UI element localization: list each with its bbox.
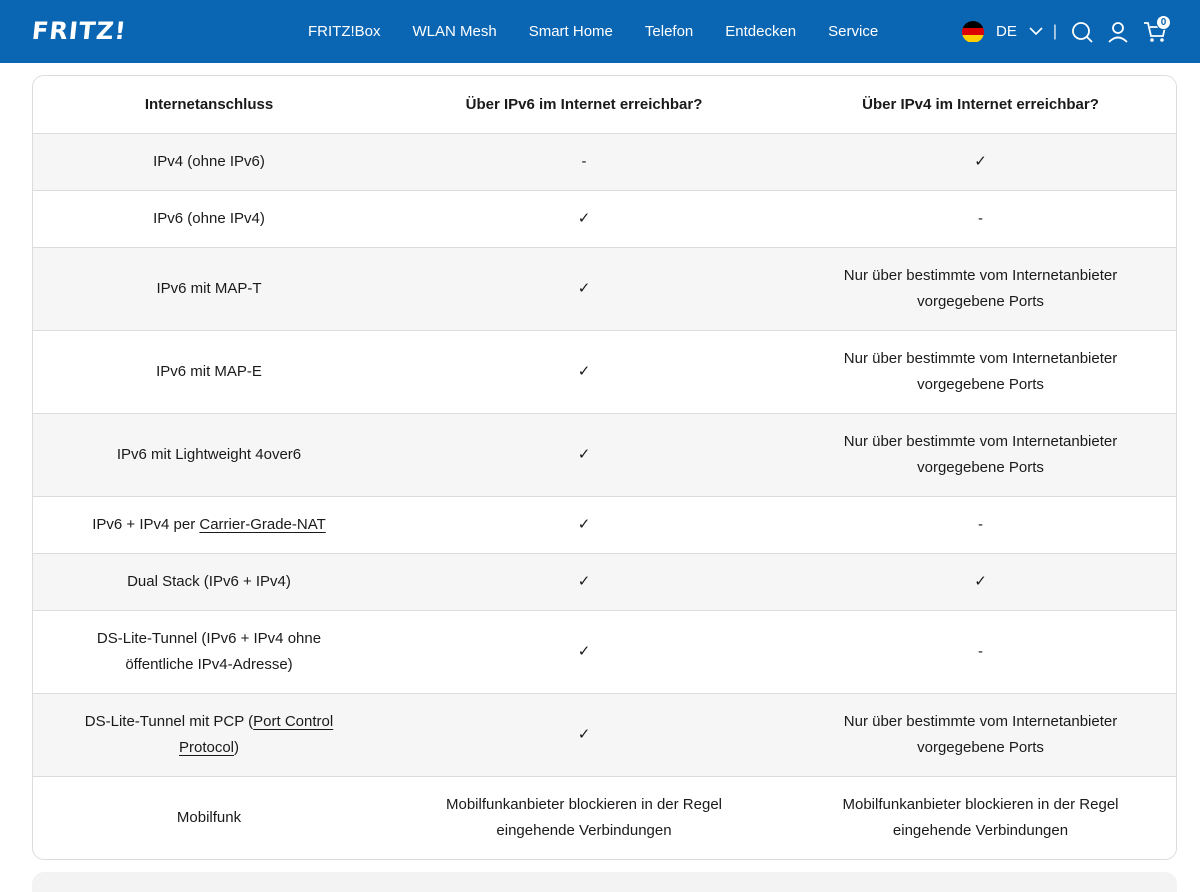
table-row: IPv6 mit MAP-E ✓ Nur über bestimmte vom …: [33, 330, 1176, 414]
table-row: IPv6 (ohne IPv4) ✓ -: [33, 190, 1176, 248]
header-tools: DE | 0: [962, 0, 1181, 63]
table-row: DS-Lite-Tunnel mit PCP (Port Control Pro…: [33, 693, 1176, 777]
table-row: DS-Lite-Tunnel (IPv6 + IPv4 ohne öffentl…: [33, 610, 1176, 694]
table-row: IPv6 + IPv4 per Carrier-Grade-NAT ✓ -: [33, 496, 1176, 554]
cell-connection-text: DS-Lite-Tunnel mit PCP (: [84, 712, 254, 730]
table-row: IPv4 (ohne IPv6) - ✓: [33, 133, 1176, 191]
cell-ipv6: ✓: [385, 496, 783, 554]
cart-count-badge: 0: [1156, 14, 1171, 30]
connection-comparison-table: Internetanschluss Über IPv6 im Internet …: [33, 76, 1176, 859]
cart-icon[interactable]: 0: [1143, 14, 1171, 43]
cell-ipv6: ✓: [385, 610, 783, 694]
cell-ipv6: ✓: [385, 553, 783, 611]
nav-item-entdecken[interactable]: Entdecken: [725, 23, 796, 40]
divider: |: [1052, 22, 1057, 40]
cell-ipv6: ✓: [385, 247, 783, 331]
cell-connection: IPv6 (ohne IPv4): [33, 190, 385, 248]
cell-connection-text-suffix: ): [234, 738, 240, 756]
cell-ipv6: ✓: [385, 330, 783, 414]
cell-ipv6: ✓: [385, 693, 783, 777]
column-header-ipv6-reachable: Über IPv6 im Internet erreichbar?: [385, 76, 783, 134]
chevron-down-icon[interactable]: [1029, 23, 1043, 41]
fritz-logo[interactable]: FRITZ!: [31, 17, 128, 45]
user-icon[interactable]: [1107, 21, 1129, 43]
table-header-row: Internetanschluss Über IPv6 im Internet …: [33, 76, 1176, 134]
cell-connection: IPv6 mit MAP-T: [33, 247, 385, 331]
connection-comparison-table-card: Internetanschluss Über IPv6 im Internet …: [32, 75, 1177, 860]
cell-ipv4: -: [783, 496, 1176, 554]
table-row: Mobilfunk Mobilfunkanbieter blockieren i…: [33, 776, 1176, 859]
nav-item-service[interactable]: Service: [828, 23, 878, 40]
cell-ipv4: ✓: [783, 553, 1176, 611]
cell-connection: Mobilfunk: [33, 776, 385, 859]
cell-ipv4: -: [783, 190, 1176, 248]
cell-ipv6: ✓: [385, 190, 783, 248]
column-header-connection: Internetanschluss: [33, 76, 385, 134]
next-section-edge: [32, 872, 1177, 892]
cell-ipv6: Mobilfunkanbieter blockieren in der Rege…: [385, 776, 783, 859]
link-carrier-grade-nat[interactable]: Carrier-Grade-NAT: [199, 516, 325, 533]
top-navigation-bar: FRITZ! FRITZ!Box WLAN Mesh Smart Home Te…: [0, 0, 1200, 63]
cell-connection: Dual Stack (IPv6 + IPv4): [33, 553, 385, 611]
language-selector[interactable]: DE: [996, 23, 1017, 40]
cell-ipv4: Nur über bestimmte vom Internetanbieter …: [783, 247, 1176, 331]
cell-connection: DS-Lite-Tunnel (IPv6 + IPv4 ohne öffentl…: [33, 610, 385, 694]
search-icon[interactable]: [1071, 21, 1093, 43]
cell-connection-text: IPv6 + IPv4 per: [92, 515, 200, 533]
cell-ipv4: Nur über bestimmte vom Internetanbieter …: [783, 693, 1176, 777]
nav-item-fritzbox[interactable]: FRITZ!Box: [308, 23, 381, 40]
cell-ipv4: Mobilfunkanbieter blockieren in der Rege…: [783, 776, 1176, 859]
cell-ipv4: Nur über bestimmte vom Internetanbieter …: [783, 413, 1176, 497]
cell-connection: IPv6 mit MAP-E: [33, 330, 385, 414]
cell-connection: DS-Lite-Tunnel mit PCP (Port Control Pro…: [33, 693, 385, 777]
cell-connection: IPv6 + IPv4 per Carrier-Grade-NAT: [33, 496, 385, 554]
nav-item-smart-home[interactable]: Smart Home: [529, 23, 613, 40]
nav-item-telefon[interactable]: Telefon: [645, 23, 693, 40]
main-nav: FRITZ!Box WLAN Mesh Smart Home Telefon E…: [308, 0, 910, 63]
cell-ipv4: ✓: [783, 133, 1176, 191]
flag-de-icon[interactable]: [962, 20, 984, 43]
nav-item-wlan-mesh[interactable]: WLAN Mesh: [413, 23, 497, 40]
cell-connection: IPv4 (ohne IPv6): [33, 133, 385, 191]
table-row: Dual Stack (IPv6 + IPv4) ✓ ✓: [33, 553, 1176, 611]
column-header-ipv4-reachable: Über IPv4 im Internet erreichbar?: [783, 76, 1176, 134]
cell-ipv4: -: [783, 610, 1176, 694]
table-row: IPv6 mit Lightweight 4over6 ✓ Nur über b…: [33, 413, 1176, 497]
cell-ipv4: Nur über bestimmte vom Internetanbieter …: [783, 330, 1176, 414]
cell-ipv6: ✓: [385, 413, 783, 497]
cell-connection: IPv6 mit Lightweight 4over6: [33, 413, 385, 497]
cell-ipv6: -: [385, 133, 783, 191]
table-row: IPv6 mit MAP-T ✓ Nur über bestimmte vom …: [33, 247, 1176, 331]
